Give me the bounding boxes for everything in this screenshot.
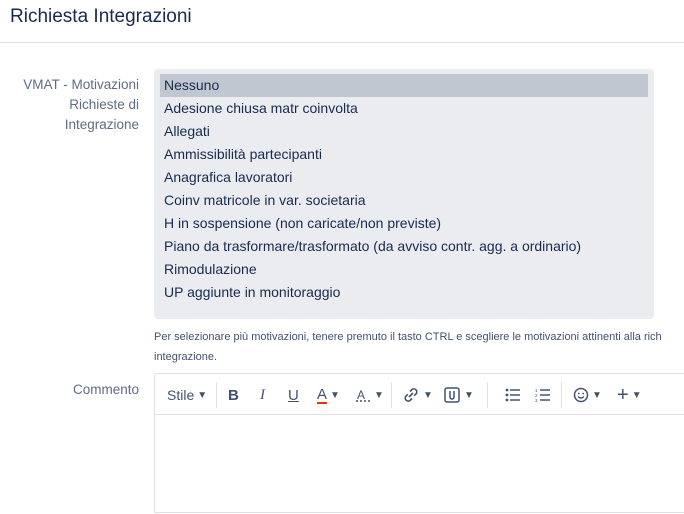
option-up-aggiunte[interactable]: UP aggiunte in monitoraggio [160, 281, 648, 304]
help-line-2: integrazione. [154, 351, 217, 363]
numbered-list-button[interactable]: 1 2 3 [535, 384, 551, 406]
option-ammissibilita[interactable]: Ammissibilità partecipanti [160, 143, 648, 166]
help-line-1: Per selezionare più motivazioni, tenere … [154, 331, 662, 343]
page-header: Richiesta Integrazioni [0, 0, 684, 43]
italic-icon: I [260, 386, 265, 403]
chevron-down-icon: ▼ [374, 389, 384, 401]
chevron-down-icon: ▼ [631, 389, 642, 401]
link-icon [404, 388, 418, 402]
motivazioni-label: VMAT - Motivazioni Richieste di Integraz… [23, 77, 139, 132]
toolbar-divider [216, 382, 217, 408]
option-piano-trasformare[interactable]: Piano da trasformare/trasformato (da avv… [160, 235, 648, 258]
bullet-list-button[interactable] [505, 384, 521, 406]
page-title: Richiesta Integrazioni [10, 6, 192, 27]
toolbar-divider [487, 382, 488, 408]
bold-icon: B [228, 386, 239, 404]
option-adesione[interactable]: Adesione chiusa matr coinvolta [160, 97, 648, 120]
motivazioni-multiselect[interactable]: Nessuno Adesione chiusa matr coinvolta A… [154, 69, 654, 319]
link-button[interactable]: ▼ [402, 384, 433, 406]
option-rimodulazione[interactable]: Rimodulazione [160, 258, 648, 281]
chevron-down-icon: ▼ [592, 389, 602, 401]
insert-more-button[interactable]: + ▼ [617, 384, 642, 406]
style-dropdown[interactable]: Stile ▼ [167, 384, 207, 406]
bold-button[interactable]: B [228, 384, 239, 406]
motivazioni-help-text: Per selezionare più motivazioni, tenere … [154, 327, 684, 367]
chevron-down-icon: ▼ [330, 389, 340, 401]
commento-label: Commento [72, 382, 139, 397]
editor-toolbar: Stile ▼ B I U A ▼ A ▼ ▼ ▼ 1 2 3 ▼ + ▼ [155, 374, 684, 415]
toolbar-divider [391, 382, 392, 408]
italic-button[interactable]: I [260, 384, 265, 406]
chevron-down-icon: ▼ [464, 389, 474, 401]
chevron-down-icon: ▼ [423, 389, 433, 401]
plus-icon: + [617, 383, 629, 406]
text-color-icon: A [317, 385, 328, 404]
svg-text:3: 3 [535, 398, 538, 402]
underline-button[interactable]: U [288, 384, 299, 406]
option-coinv-matricole[interactable]: Coinv matricole in var. societaria [160, 189, 648, 212]
attachment-icon [444, 387, 460, 403]
emoji-icon [573, 387, 589, 403]
chevron-down-icon: ▼ [197, 389, 208, 401]
more-formatting-button[interactable]: A ▼ [355, 384, 384, 406]
emoji-button[interactable]: ▼ [573, 384, 602, 406]
commento-editor[interactable]: Stile ▼ B I U A ▼ A ▼ ▼ ▼ 1 2 3 ▼ + ▼ [154, 373, 684, 513]
numbered-list-icon: 1 2 3 [535, 388, 550, 402]
option-h-sospensione[interactable]: H in sospensione (non caricate/non previ… [160, 212, 648, 235]
editor-content-area[interactable] [155, 415, 684, 514]
bullet-list-icon [505, 388, 520, 402]
option-anagrafica[interactable]: Anagrafica lavoratori [160, 166, 648, 189]
attachment-button[interactable]: ▼ [443, 384, 474, 406]
option-nessuno[interactable]: Nessuno [160, 74, 648, 97]
style-dropdown-label: Stile [167, 387, 195, 403]
underline-icon: U [288, 386, 299, 404]
text-format-icon: A [356, 388, 370, 402]
toolbar-divider [561, 382, 562, 408]
text-color-button[interactable]: A ▼ [317, 384, 340, 406]
svg-text:A: A [357, 388, 365, 402]
option-allegati[interactable]: Allegati [160, 120, 648, 143]
